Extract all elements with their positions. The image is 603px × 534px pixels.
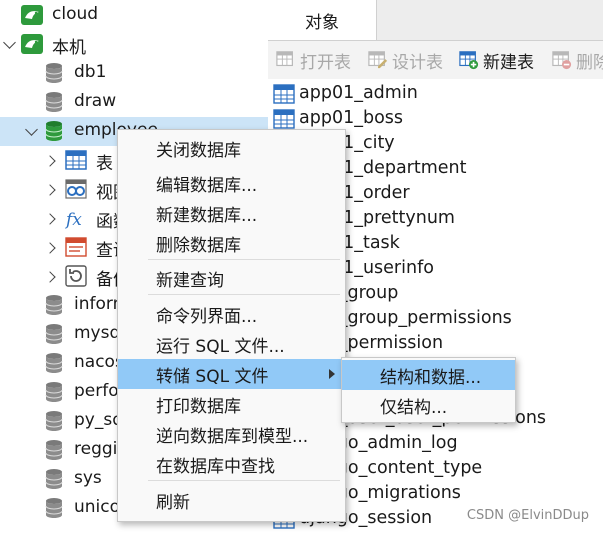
table-name: app01_boss (299, 108, 404, 128)
table-icon (273, 84, 295, 104)
tree-item-connection-local[interactable]: 本机 (0, 30, 268, 59)
table-list-item[interactable]: app01_admin (268, 82, 603, 107)
menu-item-label: 新建查询 (156, 270, 224, 291)
menu-item-label: 结构和数据... (380, 367, 482, 388)
database-icon (42, 351, 66, 375)
dump-sql-submenu: 结构和数据... 仅结构... (341, 357, 516, 423)
mysql-connection-icon (20, 32, 44, 56)
table-icon (64, 148, 88, 172)
new-query-item[interactable]: 新建查询 (118, 263, 345, 293)
menu-item-label: 在数据库中查找 (156, 456, 275, 477)
toolbar-button-label: 新建表 (483, 52, 534, 73)
open-table-icon (276, 50, 296, 70)
dump-structure-only-item[interactable]: 仅结构... (342, 390, 515, 420)
new-table-button[interactable]: 新建表 (459, 47, 534, 73)
table-name: app01_admin (299, 83, 418, 103)
tree-item-draw[interactable]: draw (0, 88, 268, 117)
tree-item-label: 本机 (52, 38, 86, 58)
chevron-down-icon[interactable] (3, 36, 16, 49)
tab-bar: 对象 (268, 0, 603, 41)
refresh-item[interactable]: 刷新 (118, 485, 345, 515)
database-icon (42, 90, 66, 114)
function-icon: fx (64, 206, 88, 230)
print-database-item[interactable]: 打印数据库 (118, 389, 345, 419)
tree-item-db1[interactable]: db1 (0, 59, 268, 88)
table-icon (273, 109, 295, 129)
query-icon (64, 235, 88, 259)
database-icon (42, 61, 66, 85)
menu-item-label: 新建数据库... (156, 205, 258, 226)
new-database-item[interactable]: 新建数据库... (118, 198, 345, 228)
tree-item-label: draw (74, 91, 117, 111)
toolbar-button-label: 打开表 (300, 52, 351, 73)
toolbar-button-label: 设计表 (392, 52, 443, 73)
design-table-icon (368, 50, 388, 70)
menu-separator (148, 480, 340, 481)
delete-database-item[interactable]: 删除数据库 (118, 228, 345, 258)
chevron-right-icon[interactable] (44, 213, 56, 225)
database-icon (42, 409, 66, 433)
run-sql-file-item[interactable]: 运行 SQL 文件... (118, 329, 345, 359)
menu-item-label: 打印数据库 (156, 396, 241, 417)
objects-toolbar: 打开表 设计表 新建表 删除 (268, 41, 603, 79)
chevron-right-icon[interactable] (44, 155, 56, 167)
backup-icon (64, 264, 88, 288)
chevron-right-icon[interactable] (44, 184, 56, 196)
menu-separator (148, 259, 340, 260)
edit-database-item[interactable]: 编辑数据库... (118, 168, 345, 198)
tab-objects-label: 对象 (305, 12, 339, 33)
toolbar-button-label: 删除 (576, 52, 603, 73)
tree-item-label: 表 (96, 154, 113, 174)
submenu-arrow-icon (329, 369, 335, 379)
new-table-icon (459, 50, 479, 70)
menu-item-label: 删除数据库 (156, 235, 241, 256)
database-context-menu: 关闭数据库编辑数据库... 新建数据库... 删除数据库新建查询命令列界面... 运行… (117, 129, 346, 522)
database-icon (42, 438, 66, 462)
database-icon (42, 293, 66, 317)
tree-item-label: db1 (74, 62, 107, 82)
database-icon (42, 322, 66, 346)
menu-item-label: 逆向数据库到模型... (156, 426, 309, 447)
dump-structure-and-data-item[interactable]: 结构和数据... (342, 360, 515, 390)
delete-table-icon (552, 50, 572, 70)
chevron-right-icon[interactable] (44, 271, 56, 283)
open-table-button[interactable]: 打开表 (276, 47, 351, 73)
delete-table-button[interactable]: 删除 (552, 47, 603, 73)
menu-item-label: 运行 SQL 文件... (156, 336, 285, 357)
design-table-button[interactable]: 设计表 (368, 47, 443, 73)
command-line-item[interactable]: 命令列界面... (118, 299, 345, 329)
menu-separator (148, 294, 340, 295)
menu-item-label: 命令列界面... (156, 306, 258, 327)
reverse-to-model-item[interactable]: 逆向数据库到模型... (118, 419, 345, 449)
mysql-connection-icon (20, 3, 44, 27)
svg-text:fx: fx (64, 210, 82, 230)
tree-item-cloud[interactable]: cloud (0, 1, 268, 30)
watermark: CSDN @ElvinDDup (466, 508, 589, 523)
find-in-database-item[interactable]: 在数据库中查找 (118, 449, 345, 479)
close-database-item[interactable]: 关闭数据库 (118, 133, 345, 163)
database-open-icon (42, 119, 66, 143)
menu-item-label: 刷新 (156, 492, 190, 513)
chevron-right-icon[interactable] (44, 242, 56, 254)
database-icon (42, 467, 66, 491)
tab-objects[interactable]: 对象 (268, 0, 377, 40)
database-icon (42, 380, 66, 404)
tree-item-label: sys (74, 468, 102, 488)
menu-item-label: 转储 SQL 文件 (156, 366, 269, 387)
menu-item-label: 仅结构... (380, 397, 448, 418)
view-icon (64, 177, 88, 201)
menu-item-label: 关闭数据库 (156, 140, 241, 161)
menu-item-label: 编辑数据库... (156, 175, 258, 196)
tree-item-label: cloud (52, 4, 99, 24)
database-icon (42, 496, 66, 520)
dump-sql-file-item[interactable]: 转储 SQL 文件 (118, 359, 345, 389)
chevron-down-icon[interactable] (25, 123, 38, 136)
